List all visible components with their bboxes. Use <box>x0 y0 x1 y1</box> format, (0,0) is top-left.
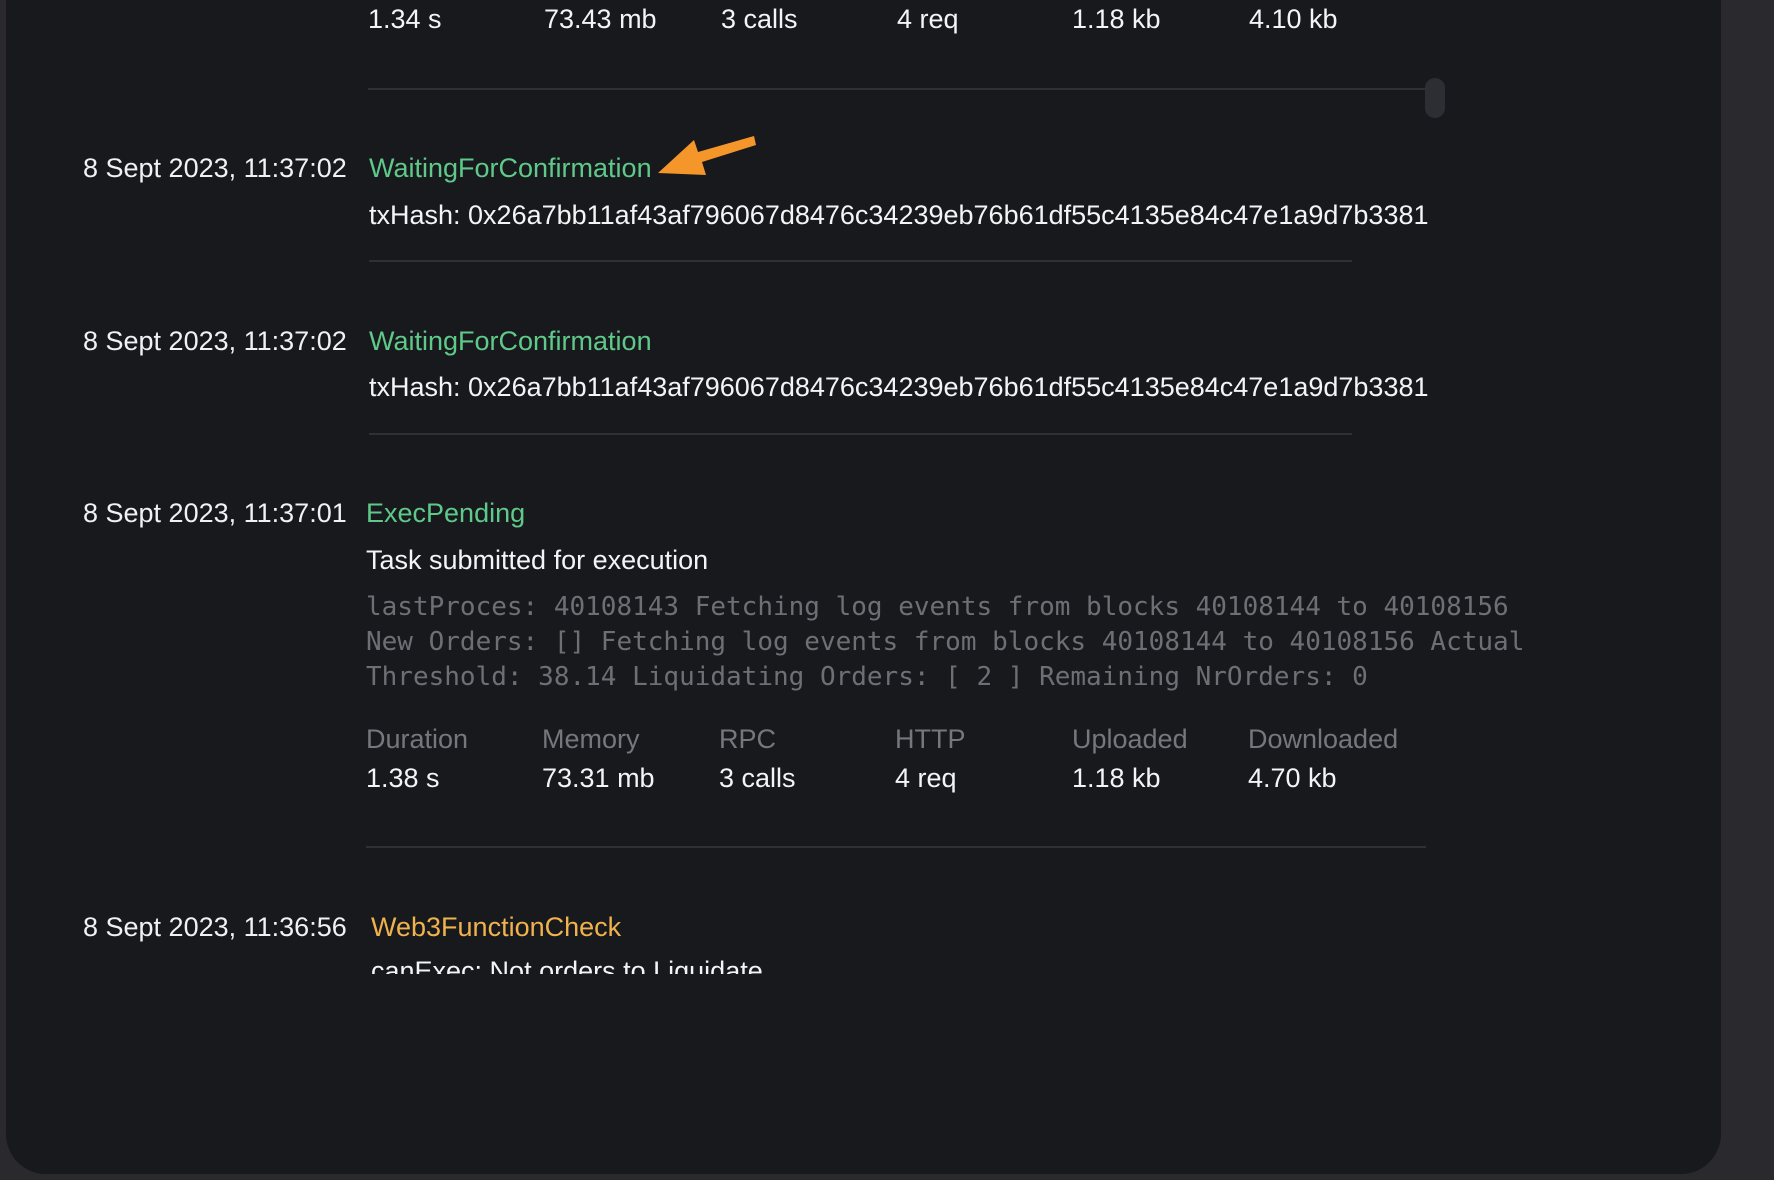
task-log-panel: 1.34 s 73.43 mb 3 calls 4 req 1.18 kb 4.… <box>6 0 1721 1174</box>
stat-downloaded-value: 4.70 kb <box>1248 763 1337 793</box>
divider <box>369 433 1352 435</box>
entry-status: WaitingForConfirmation <box>369 326 652 356</box>
entry-timestamp: 8 Sept 2023, 11:37:01 <box>83 498 347 528</box>
stat-rpc-value: 3 calls <box>721 4 798 34</box>
entry-timestamp: 8 Sept 2023, 11:37:02 <box>83 153 347 183</box>
divider <box>369 260 1352 262</box>
stat-uploaded-value: 1.18 kb <box>1072 4 1161 34</box>
entry-message: txHash: 0x26a7bb11af43af796067d8476c3423… <box>369 200 1429 230</box>
entry-timestamp: 8 Sept 2023, 11:36:56 <box>83 912 347 942</box>
stat-duration-value: 1.38 s <box>366 763 440 793</box>
stat-duration-value: 1.34 s <box>368 4 442 34</box>
stat-memory-label: Memory <box>542 724 640 754</box>
stat-downloaded-value: 4.10 kb <box>1249 4 1338 34</box>
log-line: Threshold: 38.14 Liquidating Orders: [ 2… <box>366 662 1368 692</box>
entry-status: Web3FunctionCheck <box>371 912 622 942</box>
stat-rpc-value: 3 calls <box>719 763 796 793</box>
stat-http-value: 4 req <box>897 4 959 34</box>
stat-downloaded-label: Downloaded <box>1248 724 1399 754</box>
entry-status: WaitingForConfirmation <box>369 153 652 183</box>
stat-http-value: 4 req <box>895 763 957 793</box>
entry-status: ExecPending <box>366 498 526 528</box>
stat-memory-value: 73.31 mb <box>542 763 655 793</box>
stat-http-label: HTTP <box>895 724 966 754</box>
log-line: lastProces: 40108143 Fetching log events… <box>366 592 1509 622</box>
log-line: New Orders: [] Fetching log events from … <box>366 627 1525 657</box>
stat-uploaded-label: Uploaded <box>1072 724 1188 754</box>
entry-message: canExec: Not orders to Liquidate <box>371 956 763 974</box>
scrollbar-thumb[interactable] <box>1425 78 1445 118</box>
entry-message: txHash: 0x26a7bb11af43af796067d8476c3423… <box>369 372 1429 402</box>
stat-uploaded-value: 1.18 kb <box>1072 763 1161 793</box>
entry-timestamp: 8 Sept 2023, 11:37:02 <box>83 326 347 356</box>
entry-log-output: lastProces: 40108143 Fetching log events… <box>366 590 1524 695</box>
arrow-pointer-icon <box>658 136 756 175</box>
entry-message-clip: canExec: Not orders to Liquidate <box>371 956 1271 974</box>
divider <box>368 88 1428 90</box>
divider <box>366 846 1426 848</box>
entry-message: Task submitted for execution <box>366 545 709 575</box>
stat-rpc-label: RPC <box>719 724 777 754</box>
stat-duration-label: Duration <box>366 724 469 754</box>
stat-memory-value: 73.43 mb <box>544 4 657 34</box>
